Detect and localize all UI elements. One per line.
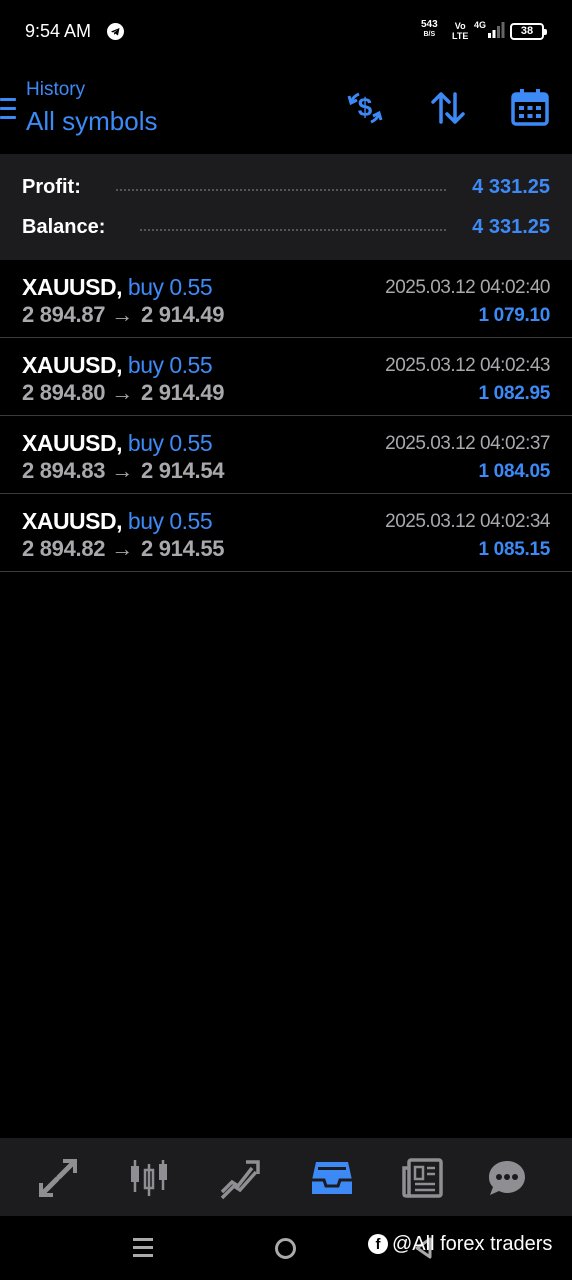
header-subtitle: History [26,79,86,100]
recent-apps-icon[interactable] [133,1238,153,1258]
summary-panel: Profit: 4 331.25 Balance: 4 331.25 [0,154,572,260]
trade-open-price: 2 894.80 [22,380,106,405]
system-nav-bar: f @All forex traders [0,1216,572,1280]
telegram-icon [107,23,124,40]
trade-symbol-name: XAUUSD, [22,508,123,534]
trade-time: 2025.03.12 04:02:43 [385,355,550,376]
network-speed-value: 543 [421,19,438,30]
trade-open-price: 2 894.82 [22,536,106,561]
signal-icon [488,22,505,38]
trade-side: buy 0.55 [127,274,213,300]
trade-symbol: XAUUSD, buy 0.55 [22,274,213,301]
arrow-right-icon: → [111,302,133,327]
balance-dots [140,229,446,231]
arrow-right-icon: → [111,380,133,405]
battery-icon: 38 [510,23,547,40]
network-type: 4G [474,20,487,30]
status-bar: 9:54 AM 543 B/S Vo LTE 4G 38 [0,0,572,62]
trade-close-price: 2 914.54 [140,458,225,483]
network-speed-unit: B/S [423,31,436,38]
trade-time: 2025.03.12 04:02:37 [385,433,550,454]
trade-row[interactable]: XAUUSD, buy 0.55 2 894.83 → 2 914.54 2025.… [0,416,572,494]
trade-row[interactable]: XAUUSD, buy 0.55 2 894.80 → 2 914.49 2025.… [0,338,572,416]
volte-indicator: Vo LTE [452,21,468,41]
bottom-nav [0,1138,572,1216]
svg-text:$: $ [358,92,373,122]
calendar-icon[interactable] [508,86,552,130]
chart-icon[interactable] [127,1156,171,1200]
trade-symbol: XAUUSD, buy 0.55 [22,352,213,379]
facebook-icon: f [368,1234,388,1254]
trade-profit: 1 085.15 [478,539,550,560]
quotes-icon[interactable] [36,1156,80,1200]
volte-bottom: LTE [452,31,469,41]
trade-time: 2025.03.12 04:02:40 [385,277,550,298]
trade-time: 2025.03.12 04:02:34 [385,511,550,532]
menu-icon[interactable] [0,98,16,120]
trade-side: buy 0.55 [127,352,213,378]
balance-label: Balance: [22,216,106,238]
watermark-text: @All forex traders [392,1232,553,1255]
trade-side: buy 0.55 [127,508,213,534]
dollar-refresh-icon[interactable]: $ [343,86,387,130]
balance-row: Balance: 4 331.25 [0,212,572,242]
trade-prices: 2 894.80 → 2 914.49 [22,380,225,406]
trade-symbol: XAUUSD, buy 0.55 [22,430,213,457]
trade-close-price: 2 914.49 [140,380,225,405]
volte-top: Vo [454,21,466,31]
trade-profit: 1 084.05 [478,461,550,482]
profit-value: 4 331.25 [472,176,550,198]
watermark: f @All forex traders [368,1231,552,1257]
trade-open-price: 2 894.83 [22,458,106,483]
trade-prices: 2 894.87 → 2 914.49 [22,302,225,328]
trade-row[interactable]: XAUUSD, buy 0.55 2 894.82 → 2 914.55 2025.… [0,494,572,572]
trade-symbol-name: XAUUSD, [22,352,123,378]
arrow-right-icon: → [111,536,133,561]
messages-icon[interactable] [485,1156,529,1200]
history-icon[interactable] [310,1156,354,1200]
network-speed: 543 B/S [421,20,438,40]
profit-label: Profit: [22,176,81,198]
trade-close-price: 2 914.49 [140,302,225,327]
app-header: History All symbols $ [0,62,572,154]
battery-level: 38 [520,25,534,37]
status-time: 9:54 AM [25,21,92,41]
trade-prices: 2 894.82 → 2 914.55 [22,536,225,562]
trade-side: buy 0.55 [127,430,213,456]
arrow-right-icon: → [111,458,133,483]
home-icon[interactable] [275,1238,296,1259]
news-icon[interactable] [401,1156,445,1200]
trade-symbol: XAUUSD, buy 0.55 [22,508,213,535]
trade-profit: 1 079.10 [478,305,550,326]
balance-value: 4 331.25 [472,216,550,238]
profit-row: Profit: 4 331.25 [0,172,572,202]
trade-open-price: 2 894.87 [22,302,106,327]
trade-prices: 2 894.83 → 2 914.54 [22,458,225,484]
header-title[interactable]: All symbols [26,106,157,137]
trade-row[interactable]: XAUUSD, buy 0.55 2 894.87 → 2 914.49 2025.… [0,260,572,338]
trade-close-price: 2 914.55 [140,536,225,561]
profit-dots [116,189,446,191]
trade-list: XAUUSD, buy 0.55 2 894.87 → 2 914.49 2025.… [0,260,572,572]
trade-profit: 1 082.95 [478,383,550,404]
trade-icon[interactable] [218,1156,262,1200]
trade-symbol-name: XAUUSD, [22,274,123,300]
sort-icon[interactable] [426,86,470,130]
trade-symbol-name: XAUUSD, [22,430,123,456]
